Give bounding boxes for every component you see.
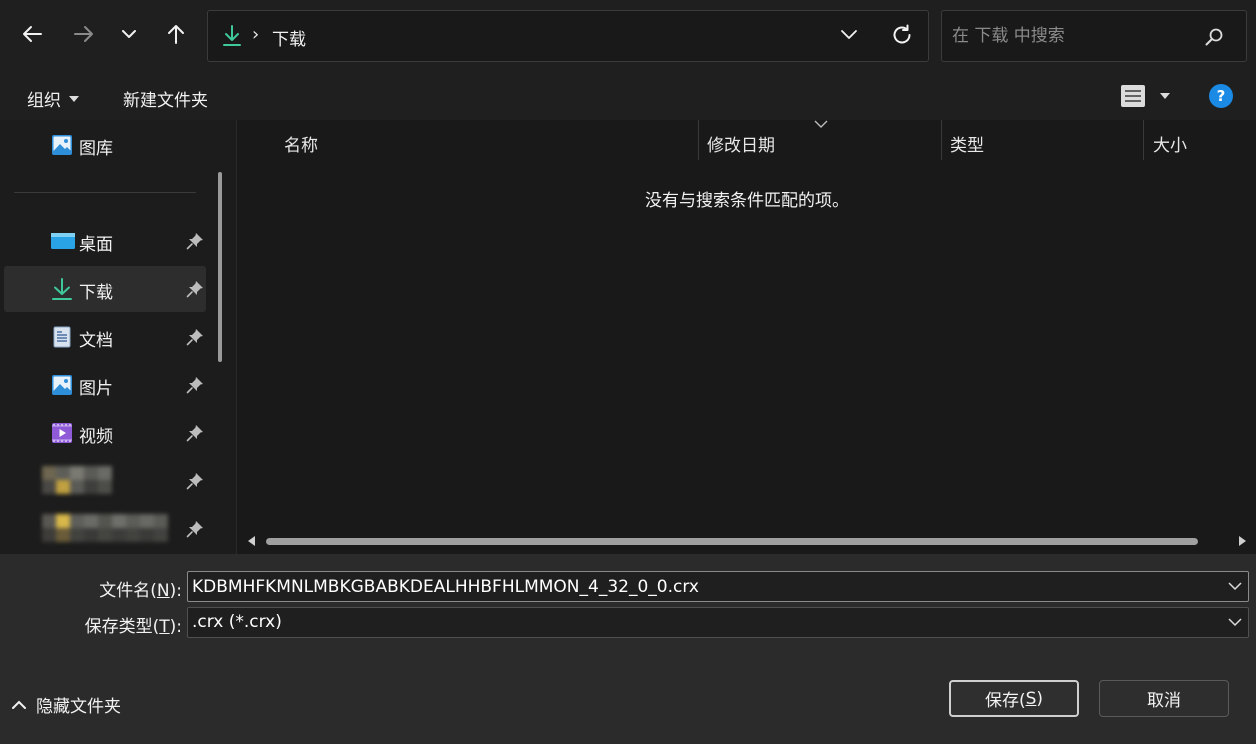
nav-item-documents[interactable]: 文档	[4, 314, 206, 360]
pin-icon[interactable]	[186, 280, 204, 298]
column-header-date-modified[interactable]: 修改日期	[707, 130, 775, 160]
scroll-right-icon[interactable]	[1237, 536, 1247, 546]
filename-input[interactable]	[192, 576, 1212, 598]
back-button[interactable]	[14, 16, 50, 52]
nav-item-label: 图片	[79, 379, 113, 399]
refresh-icon	[893, 24, 911, 44]
filename-combobox[interactable]	[187, 571, 1249, 602]
nav-item-redacted[interactable]	[4, 458, 206, 504]
sort-indicator-icon	[814, 120, 828, 128]
organize-menu[interactable]: 组织	[27, 86, 79, 111]
scroll-left-icon[interactable]	[247, 536, 257, 546]
chevron-up-icon	[12, 700, 26, 709]
nav-pane-scrollbar[interactable]	[218, 172, 222, 362]
filetype-select[interactable]: .crx (*.crx)	[187, 607, 1249, 638]
pin-icon[interactable]	[186, 520, 204, 538]
forward-button[interactable]	[66, 16, 102, 52]
breadcrumb-separator[interactable]: ›	[252, 24, 259, 45]
help-button[interactable]: ?	[1209, 84, 1233, 108]
horizontal-scrollbar-thumb[interactable]	[266, 538, 1198, 545]
pin-icon[interactable]	[186, 328, 204, 346]
nav-item-label: 文档	[79, 331, 113, 351]
gallery-icon	[50, 133, 74, 157]
pictures-icon	[50, 373, 74, 397]
filetype-access-key: T	[159, 617, 170, 637]
hide-folders-toggle[interactable]: 隐藏文件夹	[12, 692, 121, 717]
column-divider[interactable]	[698, 120, 699, 160]
nav-item-downloads[interactable]: 下载	[4, 266, 206, 312]
command-bar: 组织 新建文件夹 ?	[0, 72, 1256, 120]
nav-item-label: 图库	[79, 139, 113, 159]
up-button[interactable]	[158, 16, 194, 52]
chevron-down-icon	[841, 30, 857, 39]
pin-icon[interactable]	[186, 232, 204, 250]
cancel-button[interactable]: 取消	[1099, 680, 1229, 717]
nav-item-videos[interactable]: 视频	[4, 410, 206, 456]
nav-item-desktop[interactable]: 桌面	[4, 218, 206, 264]
arrow-up-icon	[168, 25, 184, 44]
download-icon	[222, 24, 242, 48]
pin-icon[interactable]	[186, 472, 204, 490]
new-folder-button[interactable]: 新建文件夹	[123, 86, 208, 111]
column-header-size[interactable]: 大小	[1153, 130, 1187, 160]
address-history-dropdown[interactable]	[840, 25, 858, 43]
details-view-icon	[1121, 85, 1145, 107]
caret-down-icon	[69, 95, 79, 102]
desktop-icon	[50, 229, 75, 253]
refresh-button[interactable]	[890, 23, 914, 47]
save-button[interactable]: 保存(S)	[949, 680, 1079, 717]
filename-access-key: N	[156, 581, 170, 601]
nav-item-redacted[interactable]	[4, 506, 206, 552]
save-access-key: S	[1025, 688, 1037, 709]
empty-results-message: 没有与搜索条件匹配的项。	[645, 191, 849, 211]
download-icon	[50, 277, 74, 301]
save-panel: 文件名(N): 保存类型(T): .crx (*.crx) 隐藏文件夹 保存(S…	[0, 554, 1256, 744]
help-icon: ?	[1216, 87, 1226, 105]
pin-icon[interactable]	[186, 376, 204, 394]
recent-locations-button[interactable]	[111, 16, 147, 52]
chevron-down-icon	[1228, 618, 1242, 627]
caret-down-icon	[1160, 93, 1170, 99]
breadcrumb-downloads[interactable]: 下载	[272, 25, 306, 50]
search-box[interactable]	[941, 10, 1247, 62]
column-header-name[interactable]: 名称	[284, 130, 318, 160]
address-toolbar: › 下载	[0, 0, 1256, 72]
documents-icon	[50, 325, 74, 349]
column-divider[interactable]	[941, 120, 942, 160]
filename-dropdown-button[interactable]	[1228, 581, 1242, 591]
hide-folders-label: 隐藏文件夹	[36, 697, 121, 717]
nav-divider	[14, 192, 196, 193]
filename-label: 文件名(N):	[99, 581, 182, 601]
chevron-down-icon	[1228, 582, 1242, 591]
filetype-value: .crx (*.crx)	[192, 612, 282, 632]
chevron-down-icon	[122, 30, 136, 38]
nav-item-pictures[interactable]: 图片	[4, 362, 206, 408]
redacted-label	[42, 466, 124, 494]
videos-icon	[50, 421, 74, 445]
arrow-right-icon	[74, 26, 93, 42]
view-options-button[interactable]	[1120, 84, 1170, 108]
pin-icon[interactable]	[186, 424, 204, 442]
nav-item-label: 下载	[79, 283, 113, 303]
search-icon[interactable]	[1204, 27, 1224, 47]
column-header-type[interactable]: 类型	[950, 130, 984, 160]
redacted-label	[42, 514, 182, 544]
address-bar[interactable]: › 下载	[207, 10, 929, 62]
filetype-dropdown-button[interactable]	[1228, 617, 1242, 627]
filetype-label: 保存类型(T):	[84, 617, 182, 637]
nav-item-label: 桌面	[79, 235, 113, 255]
file-list: 名称 修改日期 类型 大小 没有与搜索条件匹配的项。	[236, 120, 1256, 554]
nav-item-gallery[interactable]: 图库	[4, 122, 206, 168]
nav-item-label: 视频	[79, 427, 113, 447]
search-input[interactable]	[952, 24, 1192, 48]
navigation-pane: 图库 桌面 下载 文档 图片 视频	[0, 120, 236, 554]
organize-label: 组织	[27, 91, 61, 111]
column-divider[interactable]	[1143, 120, 1144, 160]
arrow-left-icon	[23, 26, 42, 42]
